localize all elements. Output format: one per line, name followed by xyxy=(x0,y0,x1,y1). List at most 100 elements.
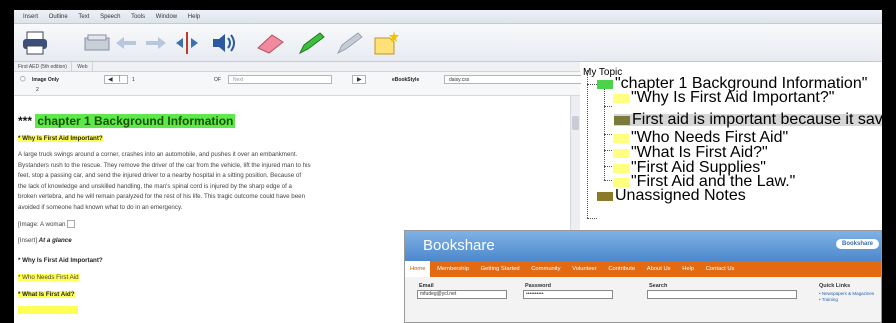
login-form: Email mfudeg@ycl.net Password ••••••••••… xyxy=(405,277,881,322)
email-field[interactable]: mfudeg@ycl.net xyxy=(417,290,507,299)
back-arrow-icon[interactable] xyxy=(114,30,138,56)
toolbar xyxy=(14,24,882,62)
password-label: Password xyxy=(525,283,551,289)
body-line: avoided if someone had known what to do … xyxy=(18,203,183,211)
bookshare-header: Bookshare Bookshare xyxy=(405,231,881,261)
menu-bar: Insert Outline Text Speech Tools Window … xyxy=(14,10,882,24)
body-line: feet, stop a passing car, and send the i… xyxy=(18,172,302,179)
tree-connector xyxy=(604,166,612,167)
chapter-heading[interactable]: *** chapter 1 Background Information xyxy=(18,114,236,128)
image-line[interactable]: [Image: A woman xyxy=(18,220,528,231)
body-paragraph[interactable]: A large truck swings around a corner, cr… xyxy=(18,150,528,213)
go-button[interactable]: ▶ xyxy=(352,75,366,84)
tree-connector xyxy=(604,134,612,135)
left-arrow-icon[interactable]: ◀ xyxy=(108,76,113,83)
insert-text: At a glance xyxy=(38,237,72,244)
pen-icon[interactable] xyxy=(334,30,364,56)
tree-connector xyxy=(587,70,588,218)
quick-link-newspapers[interactable]: • Newspapers & Magazines xyxy=(819,291,874,296)
yellow-note-icon xyxy=(613,164,629,173)
tree-connector xyxy=(604,180,612,181)
radio-icon[interactable]: ◯ xyxy=(20,76,26,82)
body-line: the lack of knowledge and unskilled hand… xyxy=(18,182,292,190)
menu-window[interactable]: Window xyxy=(156,10,177,24)
body-line: A large truck swings around a corner, cr… xyxy=(18,151,298,158)
nav-membership[interactable]: Membership xyxy=(432,261,474,277)
print-icon[interactable] xyxy=(20,30,50,56)
nav-home[interactable]: Home xyxy=(405,261,431,277)
ebookstyle-label: eBookStyle xyxy=(392,77,420,83)
menu-speech[interactable]: Speech xyxy=(100,10,120,24)
menu-text[interactable]: Text xyxy=(78,10,89,24)
body-line: Bystanders rush to the rescue. They remo… xyxy=(18,161,311,169)
page-total-field[interactable]: Next xyxy=(228,75,332,84)
insert-prefix: [Insert] xyxy=(18,237,37,244)
ebookstyle-value: daisy.css xyxy=(449,77,470,83)
yellow-note-icon xyxy=(613,94,629,103)
view-mode-label[interactable]: Image Only xyxy=(32,77,59,83)
bookshare-brand-badge[interactable]: Bookshare xyxy=(835,239,879,249)
tree-connector xyxy=(587,84,597,85)
menu-outline[interactable]: Outline xyxy=(49,10,68,24)
body-line: broken vertebra, and he will remain para… xyxy=(18,193,306,200)
password-field[interactable]: •••••••••• xyxy=(523,290,613,299)
image-placeholder-icon[interactable] xyxy=(67,220,76,228)
bookshare-logo[interactable]: Bookshare xyxy=(423,237,495,254)
menu-help[interactable]: Help xyxy=(188,10,200,24)
ebookstyle-select[interactable]: daisy.css ▾ xyxy=(444,75,588,84)
tree-connector xyxy=(604,106,612,107)
tree-node-why[interactable]: "Why Is First Aid Important?" xyxy=(613,89,835,106)
eraser-icon[interactable] xyxy=(254,30,286,56)
menu-insert[interactable]: Insert xyxy=(23,10,38,24)
nav-help[interactable]: Help xyxy=(677,261,699,277)
tab-bar: First AED (5th edition) Web xyxy=(14,62,580,72)
split-icon[interactable] xyxy=(174,30,200,56)
heading-text: chapter 1 Background Information xyxy=(35,114,236,128)
search-label: Search xyxy=(649,283,668,289)
page-line-number: 2 xyxy=(36,87,39,93)
quick-link-training[interactable]: • Training xyxy=(819,297,838,302)
speaker-icon[interactable] xyxy=(210,30,238,56)
page-number[interactable]: 1 xyxy=(132,77,135,83)
list-item-why-text: * Why Is First Aid Important? xyxy=(18,257,103,264)
image-line-text: [Image: A woman xyxy=(18,221,66,228)
scrollbar-thumb[interactable] xyxy=(572,116,579,130)
nav-volunteer[interactable]: Volunteer xyxy=(567,261,602,277)
tab-web[interactable]: Web xyxy=(73,62,93,72)
subheading-why[interactable]: * Why Is First Aid Important? xyxy=(18,134,528,145)
tree-node-what[interactable]: "What Is First Aid?" xyxy=(613,145,768,161)
green-note-icon xyxy=(597,80,613,89)
folder-icon xyxy=(597,192,613,201)
nav-about-us[interactable]: About Us xyxy=(642,261,676,277)
page-stepper[interactable]: ◀ | xyxy=(104,75,128,84)
tree-node-unassigned[interactable]: Unassigned Notes xyxy=(597,187,746,204)
tree-node-label: "Why Is First Aid Important?" xyxy=(631,89,835,106)
of-label: OF xyxy=(214,77,221,83)
tree-node-who[interactable]: "Who Needs First Aid" xyxy=(613,130,788,146)
tree-node-label: Unassigned Notes xyxy=(615,187,746,204)
navigation-bar: ◯ Image Only ◀ | 1 OF Next ▶ eBookStyle … xyxy=(14,72,588,96)
tree-node-selected-note[interactable]: First aid is important because it saves … xyxy=(614,111,882,128)
scan-icon[interactable] xyxy=(84,30,110,56)
subheading-why-text: * Why Is First Aid Important? xyxy=(18,135,103,142)
yellow-note-icon xyxy=(613,149,629,158)
nav-getting-started[interactable]: Getting Started xyxy=(476,261,525,277)
list-item-what-text: * What Is First Aid? xyxy=(18,291,75,298)
right-arrow-icon[interactable]: ▶ xyxy=(357,76,362,83)
green-highlighter-icon[interactable] xyxy=(296,30,326,56)
nav-community[interactable]: Community xyxy=(526,261,565,277)
new-note-icon[interactable] xyxy=(372,30,402,56)
search-input[interactable] xyxy=(647,290,797,299)
tree-connector xyxy=(604,150,612,151)
nav-contact-us[interactable]: Contact Us xyxy=(701,261,740,277)
stepper-divider: | xyxy=(119,76,121,82)
menu-tools[interactable]: Tools xyxy=(131,10,145,24)
note-icon xyxy=(614,116,630,125)
forward-arrow-icon[interactable] xyxy=(144,30,168,56)
tab-document[interactable]: First AED (5th edition) xyxy=(14,62,72,72)
yellow-note-icon xyxy=(613,134,629,143)
nav-contribute[interactable]: Contribute xyxy=(603,261,640,277)
tree-node-label: First aid is important because it saves … xyxy=(632,111,882,128)
highlight-fragment xyxy=(18,306,78,314)
email-label: Email xyxy=(419,283,434,289)
